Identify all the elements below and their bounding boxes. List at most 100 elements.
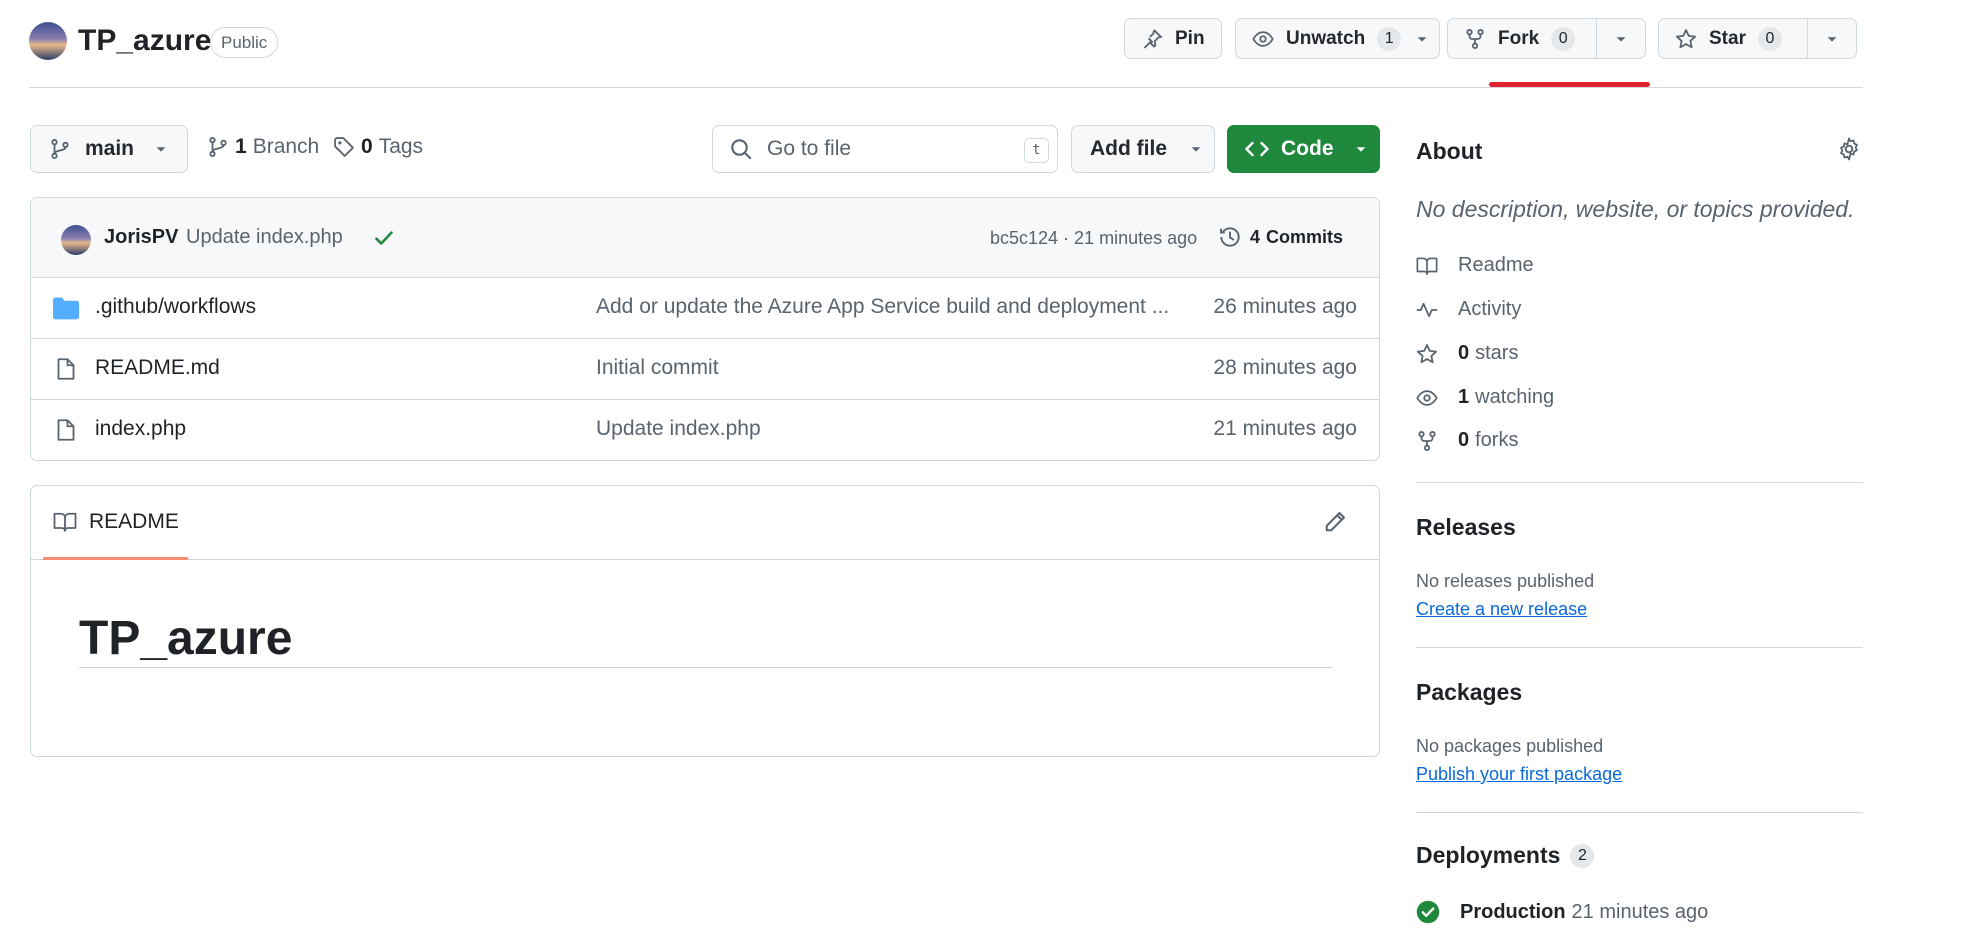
folder-icon bbox=[53, 297, 79, 320]
file-name[interactable]: index.php bbox=[95, 417, 186, 441]
gear-icon[interactable] bbox=[1837, 137, 1861, 161]
readme-link[interactable]: Readme bbox=[1416, 254, 1534, 277]
activity-link[interactable]: Activity bbox=[1416, 298, 1521, 321]
file-commit-time: 21 minutes ago bbox=[1213, 417, 1357, 440]
file-name[interactable]: .github/workflows bbox=[95, 295, 256, 319]
book-icon bbox=[53, 512, 77, 532]
file-commit-time: 28 minutes ago bbox=[1213, 356, 1357, 379]
commits-link[interactable]: 4 Commits bbox=[1218, 225, 1343, 249]
watch-counter: 1 bbox=[1377, 26, 1402, 51]
star-button-group: Star 0 bbox=[1658, 18, 1857, 59]
file-row[interactable]: README.md Initial commit 28 minutes ago bbox=[31, 339, 1379, 400]
check-icon[interactable] bbox=[373, 227, 395, 249]
commit-message[interactable]: Update index.php bbox=[186, 226, 343, 249]
watching-count: 1 bbox=[1458, 386, 1470, 408]
branch-name: main bbox=[85, 137, 135, 160]
branch-icon bbox=[209, 137, 227, 157]
unwatch-label: Unwatch bbox=[1286, 27, 1366, 49]
commits-count: 4 bbox=[1250, 226, 1261, 247]
forks-link[interactable]: 0 forks bbox=[1416, 429, 1518, 452]
about-title: About bbox=[1416, 138, 1483, 164]
file-commit-message[interactable]: Initial commit bbox=[596, 356, 1196, 380]
readme-heading: TP_azure bbox=[79, 611, 1333, 668]
branch-icon bbox=[51, 139, 69, 159]
stars-link[interactable]: 0 stars bbox=[1416, 342, 1518, 365]
divider bbox=[1416, 647, 1863, 648]
deployments-count: 2 bbox=[1570, 843, 1595, 868]
releases-empty-text: No releases published bbox=[1416, 571, 1595, 591]
fork-button-group: Fork 0 bbox=[1447, 18, 1646, 59]
create-release-link[interactable]: Create a new release bbox=[1416, 599, 1587, 620]
history-icon bbox=[1220, 227, 1240, 247]
file-row[interactable]: .github/workflows Add or update the Azur… bbox=[31, 278, 1379, 339]
file-commit-message[interactable]: Add or update the Azure App Service buil… bbox=[596, 295, 1196, 319]
packages-empty-text: No packages published bbox=[1416, 736, 1604, 756]
code-icon bbox=[1245, 141, 1269, 157]
deployment-name: Production bbox=[1460, 900, 1566, 923]
repo-name[interactable]: TP_azure bbox=[78, 24, 211, 58]
star-dropdown[interactable] bbox=[1807, 19, 1856, 58]
deployments-title: Deployments bbox=[1416, 842, 1561, 868]
branches-link[interactable]: 1 Branch bbox=[207, 135, 319, 159]
search-icon bbox=[731, 139, 752, 160]
author-avatar[interactable] bbox=[61, 225, 91, 255]
pin-label: Pin bbox=[1175, 27, 1205, 49]
star-button[interactable]: Star 0 bbox=[1659, 19, 1807, 58]
book-icon bbox=[1416, 257, 1438, 275]
chevron-down-icon bbox=[1417, 36, 1427, 42]
readme-tab-label: README bbox=[89, 509, 179, 533]
tags-link[interactable]: 0 Tags bbox=[333, 135, 423, 159]
visibility-badge: Public bbox=[210, 27, 279, 58]
file-commit-message[interactable]: Update index.php bbox=[596, 417, 1196, 441]
pencil-icon[interactable] bbox=[1323, 510, 1347, 534]
code-button[interactable]: Code bbox=[1227, 125, 1380, 173]
go-to-file-search[interactable]: Go to file t bbox=[712, 125, 1058, 173]
fork-counter: 0 bbox=[1551, 26, 1576, 51]
add-file-button[interactable]: Add file bbox=[1071, 125, 1215, 173]
eye-icon bbox=[1252, 30, 1274, 47]
readme-panel: README TP_azure bbox=[30, 485, 1380, 757]
tab-readme[interactable]: README bbox=[43, 486, 188, 560]
forks-label: forks bbox=[1475, 429, 1519, 451]
branch-selector[interactable]: main bbox=[30, 125, 188, 173]
star-icon bbox=[1417, 343, 1437, 363]
add-file-label: Add file bbox=[1090, 137, 1167, 160]
unwatch-button[interactable]: Unwatch 1 bbox=[1235, 18, 1441, 59]
pin-button[interactable]: Pin bbox=[1124, 18, 1222, 59]
chevron-down-icon bbox=[1191, 147, 1201, 152]
readme-header: README bbox=[31, 486, 1379, 560]
pin-icon bbox=[1143, 28, 1163, 49]
latest-commit-bar: JorisPV Update index.php bc5c124 · 21 mi… bbox=[31, 198, 1379, 278]
fork-button[interactable]: Fork 0 bbox=[1448, 19, 1596, 58]
fork-label: Fork bbox=[1498, 27, 1540, 49]
deployment-time: 21 minutes ago bbox=[1571, 900, 1709, 923]
eye-icon bbox=[1416, 389, 1438, 406]
commits-label: Commits bbox=[1266, 226, 1344, 247]
releases-title[interactable]: Releases bbox=[1416, 514, 1516, 541]
chevron-down-icon bbox=[1827, 36, 1837, 42]
forks-count: 0 bbox=[1458, 429, 1470, 451]
file-name[interactable]: README.md bbox=[95, 356, 220, 380]
deployments-header[interactable]: Deployments 2 bbox=[1416, 842, 1595, 869]
fork-highlight-underline bbox=[1489, 82, 1650, 87]
code-label: Code bbox=[1281, 137, 1334, 160]
fork-dropdown[interactable] bbox=[1596, 19, 1645, 58]
owner-avatar[interactable] bbox=[29, 22, 67, 60]
tag-label: Tags bbox=[378, 135, 424, 158]
readme-link-label: Readme bbox=[1458, 254, 1534, 276]
star-counter: 0 bbox=[1757, 26, 1782, 51]
packages-title[interactable]: Packages bbox=[1416, 679, 1522, 706]
commit-sha-time[interactable]: bc5c124 · 21 minutes ago bbox=[990, 228, 1197, 249]
deployment-item[interactable]: Production 21 minutes ago bbox=[1416, 900, 1708, 924]
search-placeholder: Go to file bbox=[767, 137, 852, 160]
commit-author[interactable]: JorisPV bbox=[104, 226, 178, 249]
divider bbox=[1416, 482, 1863, 483]
watching-link[interactable]: 1 watching bbox=[1416, 386, 1554, 409]
about-description: No description, website, or topics provi… bbox=[1416, 196, 1855, 222]
file-row[interactable]: index.php Update index.php 21 minutes ag… bbox=[31, 400, 1379, 460]
fork-icon bbox=[1418, 430, 1436, 451]
publish-package-link[interactable]: Publish your first package bbox=[1416, 764, 1622, 785]
activity-link-label: Activity bbox=[1458, 298, 1522, 320]
search-shortcut-key: t bbox=[1024, 138, 1049, 163]
chevron-down-icon bbox=[1616, 36, 1626, 42]
